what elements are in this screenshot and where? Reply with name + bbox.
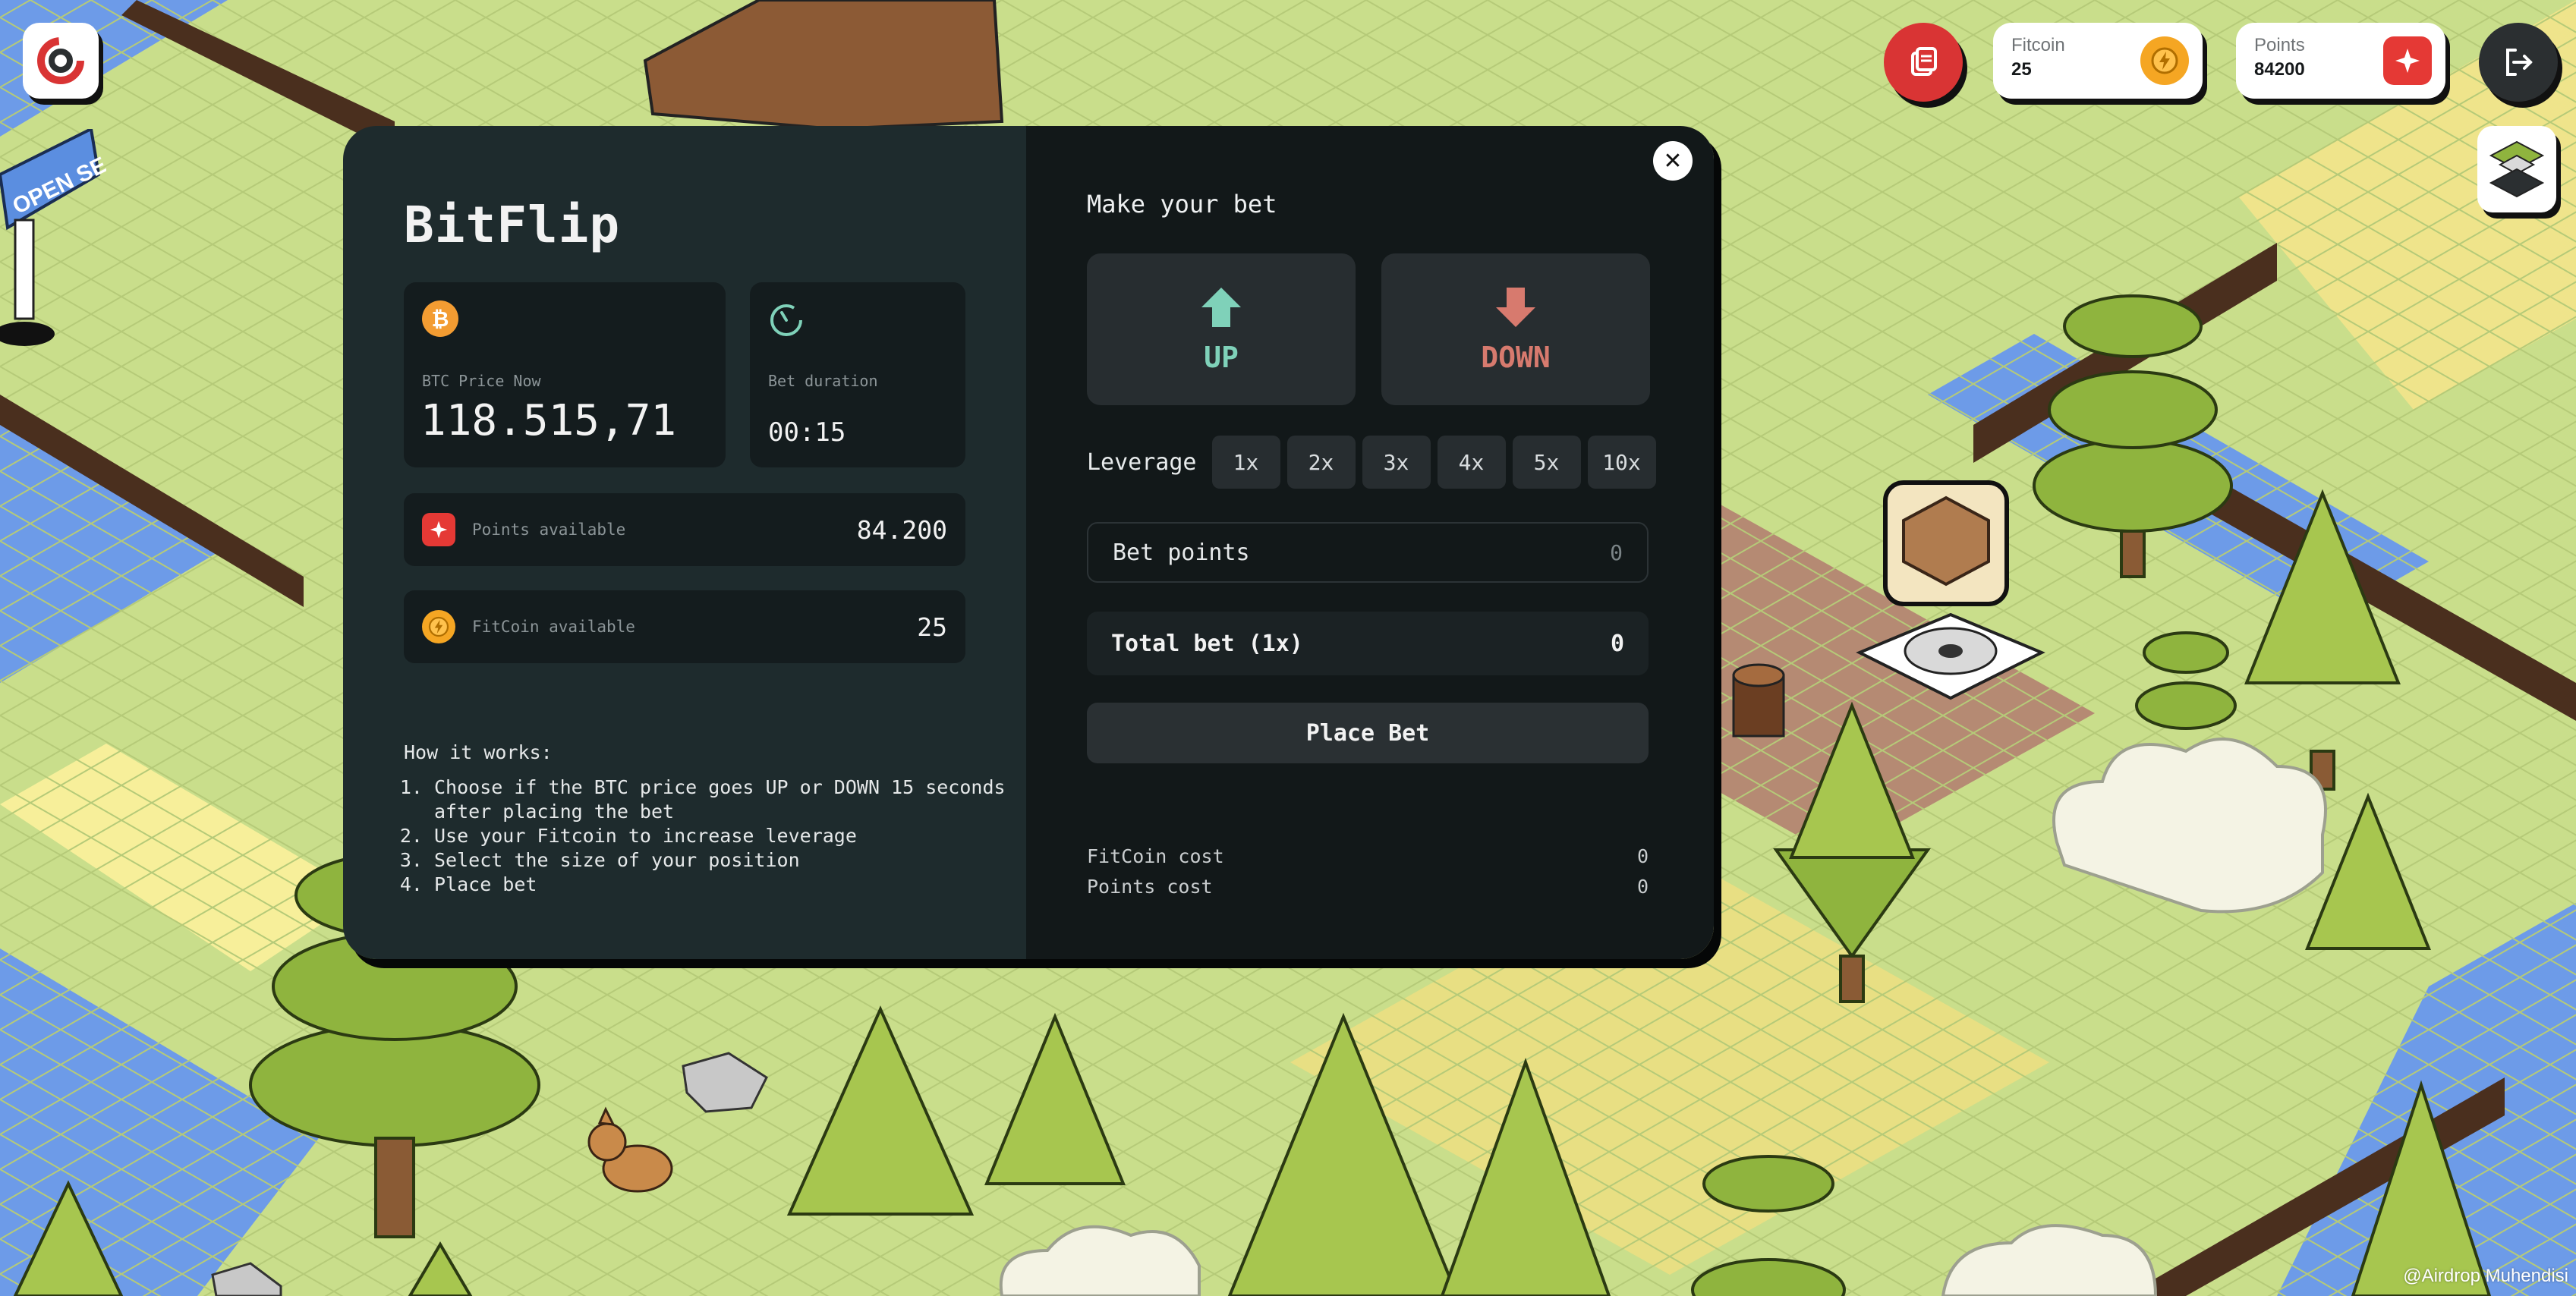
modal-title: BitFlip xyxy=(404,196,621,254)
logout-button[interactable] xyxy=(2479,23,2558,102)
app-logo-button[interactable] xyxy=(23,23,99,99)
leverage-label: Leverage xyxy=(1087,448,1197,476)
bet-duration-label: Bet duration xyxy=(768,372,878,390)
total-bet-value: 0 xyxy=(1610,630,1624,657)
place-bet-button[interactable]: Place Bet xyxy=(1087,703,1649,763)
bet-up-label: UP xyxy=(1204,341,1239,374)
points-available-label: Points available xyxy=(472,521,626,539)
arrow-down-icon xyxy=(1496,288,1535,327)
points-star-icon xyxy=(2383,36,2432,85)
fitcoin-available-label: FitCoin available xyxy=(472,618,635,636)
isometric-map-icon xyxy=(2489,140,2545,198)
fitcoin-balance[interactable]: Fitcoin 25 xyxy=(1993,23,2203,99)
leverage-option-5x[interactable]: 5x xyxy=(1512,436,1581,489)
btc-price-value: 118.515,71 xyxy=(420,396,677,445)
fitcoin-cost-label: FitCoin cost xyxy=(1087,845,1224,867)
tasks-button[interactable] xyxy=(1884,23,1963,102)
points-available-row: Points available 84.200 xyxy=(404,493,965,566)
watermark: @Airdrop Muhendisi xyxy=(2403,1266,2568,1286)
leverage-option-4x[interactable]: 4x xyxy=(1437,436,1506,489)
points-cost-value: 0 xyxy=(1636,876,1649,898)
timer-icon xyxy=(770,304,802,336)
make-bet-title: Make your bet xyxy=(1087,190,1277,219)
app-logo-icon xyxy=(37,37,84,84)
how-it-works: How it works: Choose if the BTC price go… xyxy=(404,741,1026,897)
fitcoin-available-value: 25 xyxy=(917,612,947,642)
fitcoin-coin-icon xyxy=(2140,36,2189,85)
logout-icon xyxy=(2506,49,2533,76)
arrow-up-icon xyxy=(1201,288,1241,327)
open-sea-sign[interactable]: OPEN SEA xyxy=(0,127,125,352)
how-it-works-title: How it works: xyxy=(404,741,553,763)
points-cost-row: Points cost 0 xyxy=(1087,876,1649,898)
points-available-value: 84.200 xyxy=(856,514,947,545)
bet-points-value[interactable]: 0 xyxy=(1610,540,1623,565)
fitcoin-cost-row: FitCoin cost 0 xyxy=(1087,845,1649,867)
info-panel: BitFlip ₿ BTC Price Now 118.515,71 Bet d… xyxy=(343,126,1026,959)
fitcoin-coin-icon xyxy=(422,610,455,643)
how-step: Place bet xyxy=(434,873,1026,897)
total-bet-label: Total bet (1x) xyxy=(1111,630,1303,657)
bitcoin-icon: ₿ xyxy=(422,300,458,337)
btc-price-card: ₿ BTC Price Now 118.515,71 xyxy=(404,282,726,467)
map-view-button[interactable] xyxy=(2477,126,2556,212)
points-star-icon xyxy=(422,513,455,546)
bet-duration-value: 00:15 xyxy=(768,417,846,448)
fitcoin-cost-value: 0 xyxy=(1636,845,1649,867)
bet-down-label: DOWN xyxy=(1481,341,1551,374)
close-icon: ✕ xyxy=(1663,147,1683,175)
leverage-option-3x[interactable]: 3x xyxy=(1362,436,1431,489)
fitcoin-available-row: FitCoin available 25 xyxy=(404,590,965,663)
leverage-option-2x[interactable]: 2x xyxy=(1286,436,1356,489)
svg-text:₿: ₿ xyxy=(432,307,449,332)
bet-down-button[interactable]: DOWN xyxy=(1381,253,1650,405)
how-step: Choose if the BTC price goes UP or DOWN … xyxy=(434,775,1026,824)
close-button[interactable]: ✕ xyxy=(1653,141,1693,181)
how-it-works-steps: Choose if the BTC price goes UP or DOWN … xyxy=(404,775,1026,897)
leverage-option-1x[interactable]: 1x xyxy=(1211,436,1280,489)
leverage-selector: Leverage 1x 2x 3x 4x 5x 10x xyxy=(1087,436,1663,489)
bet-up-button[interactable]: UP xyxy=(1087,253,1356,405)
bet-points-input[interactable]: Bet points 0 xyxy=(1087,522,1649,583)
bet-panel: ✕ Make your bet UP DOWN Leverage 1x 2x 3… xyxy=(1026,126,1714,959)
bitflip-modal: BitFlip ₿ BTC Price Now 118.515,71 Bet d… xyxy=(343,126,1714,959)
total-bet-row: Total bet (1x) 0 xyxy=(1087,612,1649,675)
bet-duration-card: Bet duration 00:15 xyxy=(750,282,965,467)
points-cost-label: Points cost xyxy=(1087,876,1213,898)
how-step: Select the size of your position xyxy=(434,848,1026,873)
btc-price-label: BTC Price Now xyxy=(422,372,541,390)
points-balance[interactable]: Points 84200 xyxy=(2236,23,2445,99)
clipboard-icon xyxy=(1911,47,1937,76)
bet-points-label: Bet points xyxy=(1113,539,1250,566)
how-step: Use your Fitcoin to increase leverage xyxy=(434,824,1026,848)
leverage-option-10x[interactable]: 10x xyxy=(1587,436,1656,489)
